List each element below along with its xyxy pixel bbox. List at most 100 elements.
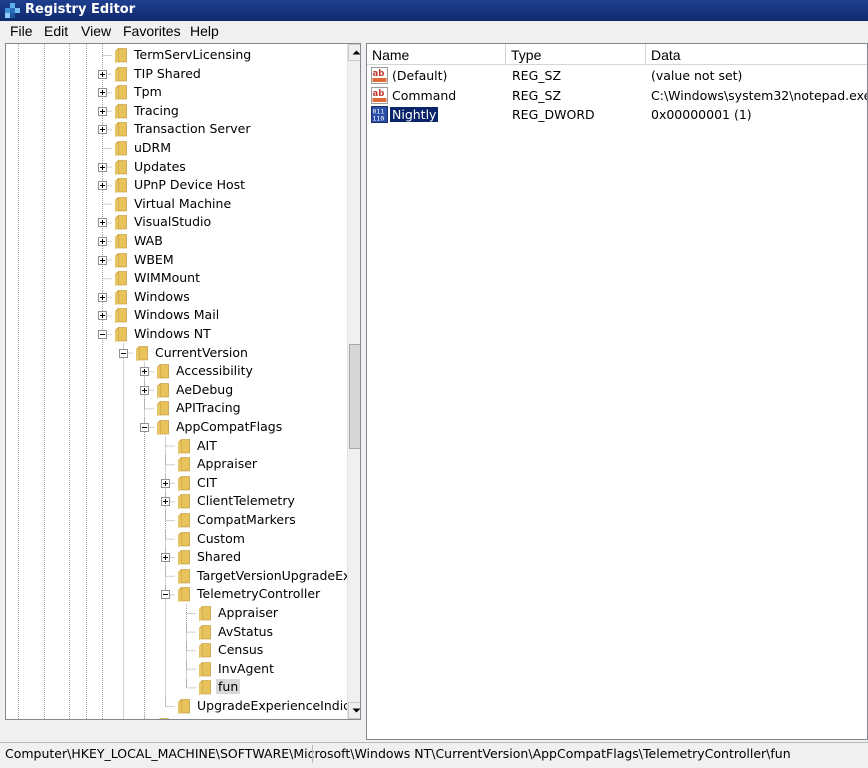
column-header-name[interactable]: Name: [367, 44, 506, 65]
folder-icon: [198, 679, 212, 696]
folder-icon: [114, 84, 128, 101]
folder-icon: [114, 177, 128, 194]
binary-value-icon: 011 110: [371, 106, 388, 123]
folder-icon: [114, 196, 128, 213]
value-type: REG_DWORD: [512, 107, 595, 122]
folder-icon: [177, 549, 191, 566]
folder-icon: [114, 121, 128, 138]
tree-item-label: AppCompatFlags: [176, 419, 283, 434]
tree-item-label: AeDebug: [176, 381, 234, 397]
expand-plus-icon[interactable]: [140, 385, 149, 395]
folder-icon: [114, 270, 128, 287]
expand-plus-icon[interactable]: [161, 478, 170, 488]
folder-icon: [198, 624, 212, 641]
folder-icon: [156, 382, 170, 399]
menu-edit[interactable]: Edit: [42, 23, 70, 39]
value-type: REG_SZ: [512, 87, 562, 103]
status-key-path: Computer\HKEY_LOCAL_MACHINE\SOFTWARE\Mic…: [5, 746, 791, 761]
key-tree[interactable]: TermServLicensing TIP Shared Tpm Tracing Tra…: [5, 43, 361, 720]
value-type: REG_SZ: [512, 68, 562, 83]
value-row[interactable]: ab Command REG_SZ C:\Windows\system32\notep…: [367, 86, 867, 105]
expand-plus-icon[interactable]: [98, 106, 107, 116]
scroll-down-arrow-icon[interactable]: [348, 702, 360, 719]
scroll-up-arrow-icon[interactable]: [348, 44, 360, 61]
tree-item-label: Custom: [197, 530, 245, 546]
folder-icon: [114, 252, 128, 269]
menu-favorites[interactable]: Favorites: [121, 23, 183, 39]
folder-icon: [156, 419, 170, 436]
expand-plus-icon[interactable]: [140, 367, 149, 377]
tree-item-label: Shared: [197, 549, 242, 565]
folder-icon: [114, 289, 128, 306]
folder-icon: [156, 363, 170, 380]
tree-item-label: UpgradeExperienceIndica: [197, 698, 358, 713]
column-header-data[interactable]: Data: [646, 44, 867, 65]
expand-plus-icon[interactable]: [98, 181, 107, 191]
collapse-minus-icon[interactable]: [98, 330, 107, 339]
string-value-icon: ab: [371, 86, 388, 104]
svg-text:ab: ab: [373, 89, 385, 99]
tree-item-label: Updates: [134, 158, 186, 174]
menu-help[interactable]: Help: [188, 23, 221, 39]
expand-plus-icon[interactable]: [98, 88, 107, 98]
folder-icon: [114, 103, 128, 120]
tree-item-label: AvStatus: [218, 623, 274, 639]
collapse-minus-icon[interactable]: [140, 423, 149, 432]
tree-item-label: InvAgent: [218, 660, 275, 676]
status-bar: Computer\HKEY_LOCAL_MACHINE\SOFTWARE\Mic…: [0, 742, 868, 764]
tree-item-label: TermServLicensing: [134, 47, 252, 62]
expand-plus-icon[interactable]: [161, 497, 170, 507]
folder-icon: [177, 586, 191, 603]
folder-icon: [156, 400, 170, 417]
menu-file[interactable]: File: [8, 23, 35, 39]
folder-icon: [198, 642, 212, 659]
window-title: Registry Editor: [25, 2, 136, 17]
tree-item-label: WAB: [134, 233, 163, 248]
value-data: 0x00000001 (1): [651, 107, 752, 122]
scroll-thumb[interactable]: [349, 344, 360, 449]
tree-item-label: Transaction Server: [134, 121, 251, 137]
folder-icon: [114, 307, 128, 324]
tree-item-label: UPnP Device Host: [134, 177, 246, 193]
registry-editor-icon: [5, 3, 20, 18]
expand-plus-icon[interactable]: [98, 218, 107, 228]
expand-plus-icon[interactable]: [98, 237, 107, 246]
value-row[interactable]: 011 110 Nightly REG_DWORD 0x00000001 (1): [367, 105, 867, 124]
tree-item-label: CIT: [197, 474, 218, 490]
value-name: Command: [392, 87, 457, 103]
tree-item-label: Tpm: [134, 84, 162, 100]
tree-item-label: APITracing: [176, 400, 241, 416]
tree-item-label: TelemetryController: [197, 586, 321, 602]
tree-item-label: Virtual Machine: [134, 195, 232, 211]
column-header-type[interactable]: Type: [506, 44, 646, 65]
tree-item-label: TIP Shared: [134, 65, 201, 81]
expand-plus-icon[interactable]: [98, 311, 107, 321]
menu-view[interactable]: View: [79, 23, 113, 39]
folder-icon: [114, 66, 128, 83]
folder-icon: [177, 512, 191, 529]
collapse-minus-icon[interactable]: [119, 348, 128, 358]
values-list[interactable]: Name Type Data ab (Default) REG_SZ (value n…: [366, 43, 868, 740]
tree-item-label: Appraiser: [218, 605, 279, 620]
tree-item-label: Windows: [134, 288, 190, 304]
expand-plus-icon[interactable]: [98, 125, 107, 135]
expand-plus-icon[interactable]: [98, 162, 107, 172]
tree-item-label: Windows Mail: [134, 307, 220, 323]
svg-text:110: 110: [373, 115, 385, 123]
expand-plus-icon[interactable]: [98, 255, 107, 265]
folder-icon: [177, 493, 191, 510]
tree-item-label: VisualStudio: [134, 214, 212, 230]
tree-item-label: ClientTelemetry: [197, 493, 295, 509]
tree-vertical-scrollbar[interactable]: [347, 44, 360, 719]
expand-plus-icon[interactable]: [98, 292, 107, 302]
folder-icon: [198, 605, 212, 622]
expand-plus-icon[interactable]: [161, 553, 170, 563]
folder-icon: [114, 233, 128, 250]
tree-item-label: CurrentVersion: [155, 344, 248, 360]
collapse-minus-icon[interactable]: [161, 590, 170, 600]
tree-item-label: WBEM: [134, 251, 174, 267]
value-data: (value not set): [651, 68, 743, 83]
value-row[interactable]: ab (Default) REG_SZ (value not set): [367, 66, 867, 85]
expand-plus-icon[interactable]: [98, 69, 107, 79]
tree-item-label: Tracing: [134, 102, 179, 118]
